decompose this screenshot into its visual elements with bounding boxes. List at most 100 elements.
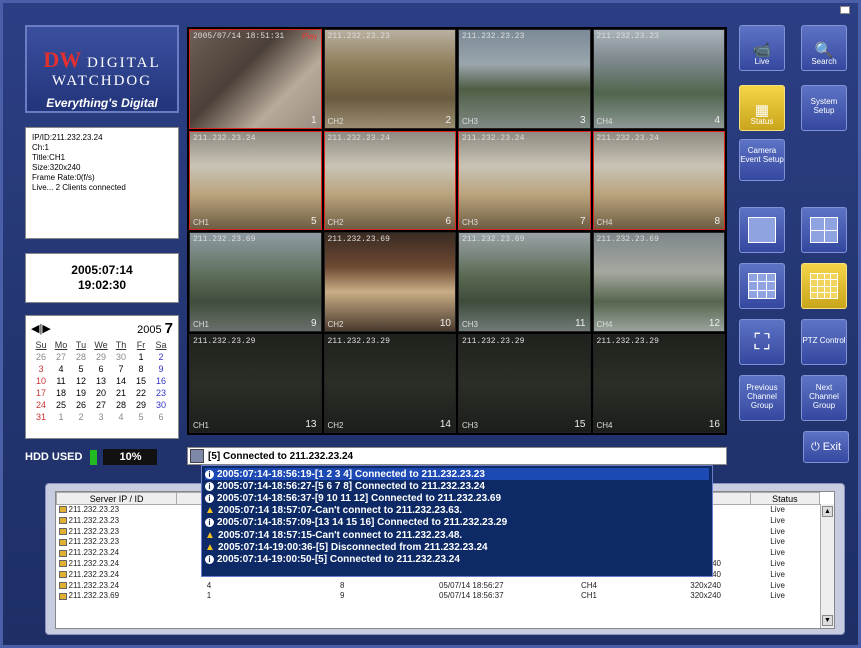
camera-tile[interactable]: 211.232.23.29 CH2 14 [323,333,456,433]
calendar-day[interactable]: 8 [131,363,151,375]
calendar-day[interactable]: 2 [71,411,91,423]
log-entry[interactable]: ▲ 2005:07:14 18:57:15-Can't connect to 21… [205,529,709,541]
layout-3x3-button[interactable] [739,263,785,309]
live-button[interactable]: 📹 Live [739,25,785,71]
camera-tile[interactable]: 211.232.23.29 CH4 16 [592,333,725,433]
camera-tile[interactable]: 211.232.23.23 CH2 2 [323,29,456,129]
calendar-day[interactable]: 26 [71,399,91,411]
calendar-day[interactable]: 21 [111,387,131,399]
calendar-day[interactable]: 17 [31,387,51,399]
month-nav-icon[interactable]: ◀|▶ [31,322,51,335]
calendar-day[interactable]: 6 [151,411,171,423]
calendar-day[interactable]: 3 [91,411,111,423]
calendar-day[interactable]: 13 [91,375,111,387]
calendar-day[interactable]: 30 [111,351,131,363]
calendar-day[interactable]: 25 [51,399,71,411]
camera-tile[interactable]: 211.232.23.24 CH1 5 [189,130,322,230]
calendar-day[interactable]: 11 [51,375,71,387]
table-row[interactable]: 211.232.23.24 4 8 05/07/14 18:56:27 CH4 320x2… [57,581,820,592]
system-setup-button[interactable]: System Setup [801,85,847,131]
calendar-day[interactable]: 14 [111,375,131,387]
layout-2x2-button[interactable] [801,207,847,253]
column-header[interactable]: Status [749,492,821,505]
calendar-day[interactable]: 2 [151,351,171,363]
info-icon: i [205,493,214,503]
log-text: 2005:07:14-18:56:19-[1 2 3 4] Connected … [217,468,485,480]
next-channel-group-button[interactable]: Next Channel Group [801,375,847,421]
camera-number: 12 [708,317,720,329]
calendar-day[interactable]: 9 [151,363,171,375]
previous-channel-group-button[interactable]: Previous Channel Group [739,375,785,421]
minimize-button[interactable] [840,6,850,14]
camera-tile[interactable]: 211.232.23.69 CH4 12 [592,232,725,332]
ptz-control-button[interactable]: PTZ Control [801,319,847,365]
table-cell: 320x240 [690,580,721,590]
calendar-day[interactable]: 1 [51,411,71,423]
calendar-day[interactable]: 5 [71,363,91,375]
calendar-day[interactable]: 23 [151,387,171,399]
table-row[interactable]: 211.232.23.69 1 9 05/07/14 18:56:37 CH1 320x2… [57,591,820,602]
calendar-day[interactable]: 20 [91,387,111,399]
log-entry[interactable]: i 2005:07:14-18:57:09-[13 14 15 16] Conne… [205,517,709,529]
camera-tile[interactable]: 211.232.23.24 CH3 7 [458,130,591,230]
calendar-day[interactable]: 6 [91,363,111,375]
weekday-label: Th [115,340,127,350]
log-entry[interactable]: ▲ 2005:07:14-19:00:36-[5] Disconnected fr… [205,541,709,553]
calendar-day[interactable]: 3 [31,363,51,375]
calendar-day[interactable]: 29 [131,399,151,411]
calendar-day[interactable]: 27 [51,351,71,363]
calendar-day[interactable]: 30 [151,399,171,411]
camera-tile[interactable]: 211.232.23.23 CH3 3 [458,29,591,129]
calendar-day[interactable]: 1 [131,351,151,363]
calendar-day[interactable]: 16 [151,375,171,387]
calendar-day[interactable]: 7 [111,363,131,375]
calendar-day[interactable]: 22 [131,387,151,399]
calendar-day[interactable]: 4 [111,411,131,423]
camera-event-setup-button[interactable]: Camera Event Setup [739,139,785,181]
camera-tile[interactable]: 211.232.23.23 CH4 4 [592,29,725,129]
calendar-day[interactable]: 24 [31,399,51,411]
fullscreen-button[interactable]: ⛶ [739,319,785,365]
log-entry[interactable]: i 2005:07:14-18:56:27-[5 6 7 8] Connected… [205,480,709,492]
calendar-day[interactable]: 15 [131,375,151,387]
table-cell: Live [770,580,785,590]
calendar-day[interactable]: 28 [71,351,91,363]
exit-button[interactable]: ⏻ Exit [803,431,849,463]
event-log-dropdown[interactable]: i 2005:07:14-18:56:19-[1 2 3 4] Connected… [201,465,713,577]
camera-tile[interactable]: 211.232.23.29 CH3 15 [458,333,591,433]
camera-tile[interactable]: 2005/07/14 18:51:31 Play 1 [189,29,322,129]
calendar-day[interactable]: 4 [51,363,71,375]
camera-number: 9 [310,317,317,329]
log-entry[interactable]: i 2005:07:14-18:56:19-[1 2 3 4] Connected… [205,468,709,481]
calendar-day[interactable]: 26 [31,351,51,363]
server-list-scrollbar[interactable]: ▲ ▼ [820,504,834,628]
scroll-up-icon[interactable]: ▲ [822,506,833,517]
scroll-down-icon[interactable]: ▼ [822,615,833,626]
calendar-day[interactable]: 18 [51,387,71,399]
calendar: ◀|▶ 2005 7 Su Mo Tu We Th Fr Sa 26 27 28 29 30 1 2 3 4 5… [25,315,179,439]
calendar-day[interactable]: 12 [71,375,91,387]
column-header[interactable]: Server IP / ID [56,492,178,505]
camera-tile[interactable]: 211.232.23.69 CH3 11 [458,232,591,332]
layout-1x1-button[interactable] [739,207,785,253]
calendar-day[interactable]: 5 [131,411,151,423]
calendar-day[interactable]: 10 [31,375,51,387]
camera-tile[interactable]: 211.232.23.29 CH1 13 [189,333,322,433]
camera-tile[interactable]: 211.232.23.24 CH2 6 [323,130,456,230]
calendar-day[interactable]: 28 [111,399,131,411]
log-entry[interactable]: i 2005:07:14-18:56:37-[9 10 11 12] Connec… [205,492,709,504]
calendar-day[interactable]: 19 [71,387,91,399]
log-entry[interactable]: i 2005:07:14-19:00:50-[5] Connected to 21… [205,553,709,565]
time-text: 19:02:30 [77,278,127,292]
calendar-day[interactable]: 27 [91,399,111,411]
calendar-grid[interactable]: Su Mo Tu We Th Fr Sa 26 27 28 29 30 1 2 3 4 5 6 7 8 9 10 11 12 1… [31,339,171,423]
camera-tile[interactable]: 211.232.23.69 CH2 10 [323,232,456,332]
camera-tile[interactable]: 211.232.23.69 CH1 9 [189,232,322,332]
calendar-day[interactable]: 29 [91,351,111,363]
calendar-day[interactable]: 31 [31,411,51,423]
search-button[interactable]: 🔍 Search [801,25,847,71]
camera-tile[interactable]: 211.232.23.24 CH4 8 [592,130,725,230]
log-entry[interactable]: ▲ 2005:07:14 18:57:07-Can't connect to 21… [205,505,709,517]
layout-4x4-button[interactable] [801,263,847,309]
status-button[interactable]: ▦ Status [739,85,785,131]
